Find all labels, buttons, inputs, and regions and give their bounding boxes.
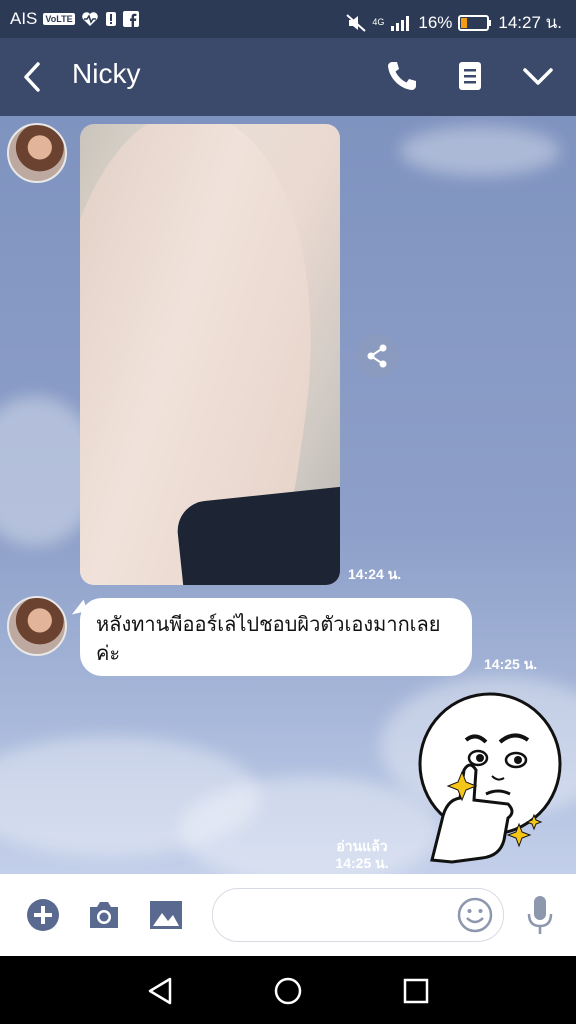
background-cloud	[180, 776, 440, 874]
share-icon[interactable]	[356, 334, 400, 378]
message-text: หลังทานพีออร์เล่ไปชอบผิวตัวเองมากเลยค่ะ	[96, 612, 441, 665]
network-type-label: 4G	[372, 17, 385, 27]
back-arrow-icon[interactable]	[18, 60, 48, 94]
plus-icon[interactable]	[26, 898, 60, 932]
facebook-icon	[122, 11, 139, 27]
contact-avatar[interactable]	[7, 123, 67, 183]
camera-icon[interactable]	[86, 898, 122, 932]
photo-shadow	[174, 486, 340, 585]
read-status: อ่านแล้ว 14:25 น.	[330, 838, 394, 872]
message-time: 14:25 น.	[484, 656, 538, 672]
sticker-message[interactable]	[412, 690, 564, 874]
signal-icon	[391, 15, 410, 31]
gallery-icon[interactable]	[148, 898, 184, 932]
carrier-label: AIS	[10, 9, 38, 28]
message-time: 14:25 น.	[335, 855, 389, 871]
message-time: 14:24 น.	[348, 566, 402, 582]
status-bar: AIS VoLTE 4G 16% 14:27 น.	[0, 0, 576, 38]
alert-icon	[105, 12, 116, 26]
contact-avatar[interactable]	[7, 596, 67, 656]
chat-header: Nicky	[0, 38, 576, 116]
mute-icon	[346, 13, 367, 32]
emoji-icon[interactable]	[456, 896, 494, 934]
battery-icon	[458, 14, 492, 31]
message-input-bar	[0, 874, 576, 956]
clock: 14:27 น.	[498, 13, 562, 32]
nav-back-icon[interactable]	[146, 976, 174, 1006]
volte-badge: VoLTE	[43, 13, 75, 25]
microphone-icon[interactable]	[524, 894, 556, 936]
text-message-bubble[interactable]: หลังทานพีออร์เล่ไปชอบผิวตัวเองมากเลยค่ะ	[80, 598, 472, 676]
chat-area[interactable]: 14:24 น. หลังทานพีออร์เล่ไปชอบผิวตัวเองม…	[0, 116, 576, 874]
read-label: อ่านแล้ว	[336, 838, 388, 854]
nav-recents-icon[interactable]	[402, 977, 430, 1005]
system-nav-bar	[0, 956, 576, 1024]
image-message[interactable]	[80, 124, 340, 585]
notes-icon[interactable]	[452, 58, 488, 94]
contact-name: Nicky	[72, 58, 141, 89]
chevron-down-icon[interactable]	[520, 58, 556, 94]
nav-home-icon[interactable]	[273, 976, 303, 1006]
health-icon	[81, 12, 98, 26]
background-cloud	[400, 126, 560, 176]
battery-percent: 16%	[418, 12, 453, 32]
phone-icon[interactable]	[384, 58, 420, 94]
